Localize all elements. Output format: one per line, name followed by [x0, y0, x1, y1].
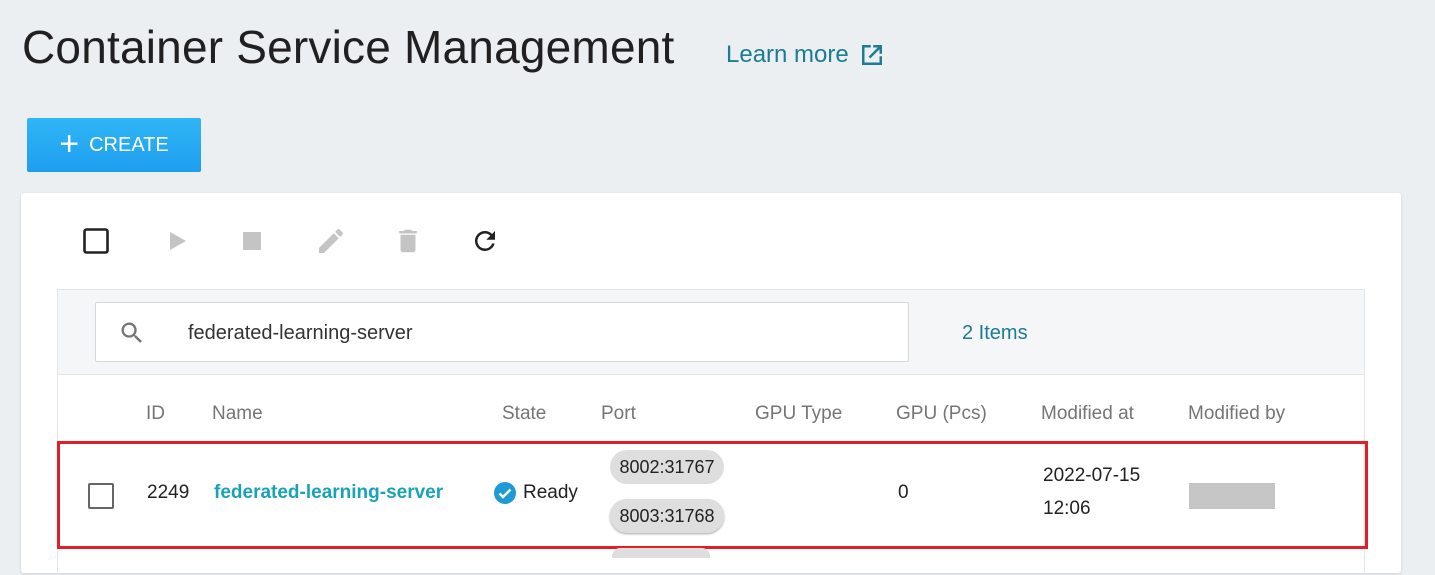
column-header-name[interactable]: Name — [212, 403, 263, 425]
port-chip-partial — [612, 548, 710, 558]
search-input[interactable] — [186, 315, 890, 351]
refresh-icon[interactable] — [470, 226, 500, 256]
row-id: 2249 — [147, 482, 190, 503]
port-chip: 8002:31767 — [610, 450, 724, 484]
search-icon — [121, 322, 142, 343]
column-header-gpu-pcs[interactable]: GPU (Pcs) — [896, 403, 987, 425]
create-button[interactable]: + CREATE — [27, 118, 201, 172]
modified-date: 2022-07-15 — [1043, 465, 1141, 486]
redacted-user — [1189, 483, 1275, 509]
gpu-pcs-value: 0 — [898, 482, 909, 503]
search-box — [95, 302, 909, 362]
search-bar: 2 Items — [57, 289, 1365, 375]
port-chip[interactable]: 8003:31768 — [610, 499, 724, 533]
select-all-checkbox[interactable] — [83, 228, 109, 254]
stop-icon[interactable] — [241, 230, 263, 252]
learn-more-link[interactable]: Learn more — [726, 40, 887, 70]
items-count: 2 Items — [962, 322, 1028, 344]
column-header-state[interactable]: State — [502, 403, 546, 425]
page-title: Container Service Management — [22, 21, 675, 73]
delete-icon[interactable] — [393, 225, 423, 257]
edit-icon[interactable] — [315, 225, 347, 257]
external-link-icon — [861, 45, 882, 65]
modified-time: 12:06 — [1043, 498, 1091, 519]
plus-icon: + — [59, 124, 80, 163]
services-card: 2 Items ID Name State Port GPU Type GPU … — [21, 193, 1401, 575]
column-header-port[interactable]: Port — [601, 403, 636, 425]
column-header-modified-at[interactable]: Modified at — [1041, 403, 1134, 425]
check-circle-icon — [494, 482, 516, 504]
learn-more-label: Learn more — [726, 41, 849, 68]
create-button-label: CREATE — [89, 133, 169, 156]
column-header-gpu-type[interactable]: GPU Type — [755, 403, 842, 425]
service-name-link[interactable]: federated-learning-server — [214, 482, 443, 504]
play-icon[interactable] — [165, 229, 189, 253]
column-header-id[interactable]: ID — [146, 403, 165, 425]
column-header-modified-by[interactable]: Modified by — [1188, 403, 1285, 425]
state-label: Ready — [523, 482, 578, 503]
row-checkbox[interactable] — [88, 483, 114, 509]
